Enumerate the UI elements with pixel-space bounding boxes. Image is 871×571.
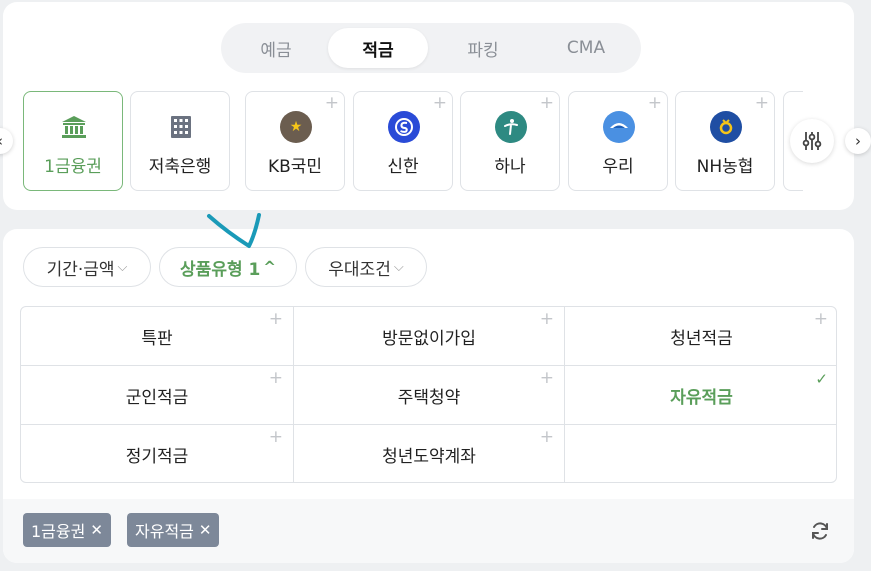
option-label: 청년도약계좌 (382, 447, 476, 467)
sliders-icon (802, 132, 822, 150)
add-icon[interactable]: + (540, 95, 554, 112)
scroll-right-button[interactable]: › (845, 128, 871, 154)
filter-label: 상품유형 1 (180, 259, 261, 280)
bank-label: 신한 (387, 157, 419, 177)
tab-parking[interactable]: 파킹 (433, 28, 533, 68)
chevron-right-icon: › (855, 132, 861, 150)
check-icon: ✓ (815, 370, 828, 388)
chevron-left-icon: ‹ (0, 132, 3, 150)
bank-savings-bank[interactable]: 저축은행 (130, 91, 230, 191)
filter-period-amount[interactable]: 기간·금액 ⌵ (23, 247, 151, 287)
filter-label: 우대조건 (328, 259, 391, 280)
close-icon[interactable]: ✕ (199, 521, 212, 539)
option-label: 특판 (141, 328, 173, 349)
add-icon: + (268, 309, 283, 329)
bank-label: 1금융권 (44, 157, 102, 177)
hana-logo-icon (495, 111, 527, 143)
option-label: 청년적금 (670, 328, 733, 349)
bank-nh[interactable]: + NH농협 (675, 91, 775, 191)
woori-logo-icon (603, 111, 635, 143)
option-label: 방문없이가입 (382, 328, 476, 349)
bank-label: 우리 (602, 157, 634, 177)
refresh-icon (812, 522, 828, 540)
filter-product-type[interactable]: 상품유형 1 ^ (159, 247, 297, 287)
add-icon: + (539, 368, 554, 388)
add-icon[interactable]: + (325, 95, 339, 112)
product-type-option-selected[interactable]: 자유적금 ✓ (565, 366, 836, 425)
close-icon[interactable]: ✕ (90, 521, 103, 539)
empty-cell (565, 425, 836, 482)
product-type-grid: 특판 + 방문없이가입 + 청년적금 + 군인적금 + 주택청약 + 자유적금 ✓ 정기적금… (20, 306, 837, 483)
tag-label: 자유적금 (135, 522, 194, 541)
product-type-option[interactable]: 정기적금 + (21, 425, 294, 482)
nh-logo-icon (710, 111, 742, 143)
chevron-down-icon: ⌵ (117, 259, 128, 275)
filter-benefit[interactable]: 우대조건 ⌵ (305, 247, 427, 287)
tag-label: 1금융권 (31, 522, 86, 541)
tab-savings[interactable]: 적금 (328, 28, 428, 68)
product-type-option[interactable]: 주택청약 + (294, 366, 565, 425)
add-icon: + (813, 309, 828, 329)
chevron-up-icon: ^ (263, 258, 276, 276)
bank-hana[interactable]: + 하나 (460, 91, 560, 191)
add-icon[interactable]: + (755, 95, 769, 112)
product-type-option[interactable]: 청년적금 + (565, 307, 836, 366)
bank-label: 저축은행 (148, 157, 212, 177)
filter-card: 기간·금액 ⌵ 상품유형 1 ^ 우대조건 ⌵ 특판 + 방문없이가입 + 청년적금 + 군… (3, 229, 854, 563)
add-icon: + (539, 309, 554, 329)
bank-label: 하나 (494, 157, 526, 177)
product-type-option[interactable]: 청년도약계좌 + (294, 425, 565, 482)
bank-tier1[interactable]: 1금융권 (23, 91, 123, 191)
add-icon: + (268, 368, 283, 388)
shinhan-logo-icon (388, 111, 420, 143)
bank-building-icon (58, 111, 90, 143)
tab-deposit[interactable]: 예금 (226, 28, 326, 68)
product-type-option[interactable]: 특판 + (21, 307, 294, 366)
tab-cma[interactable]: CMA (536, 28, 636, 68)
option-label: 자유적금 (670, 387, 733, 408)
add-icon: + (539, 427, 554, 447)
product-tabs: 예금 적금 파킹 CMA (221, 23, 641, 73)
add-icon[interactable]: + (648, 95, 662, 112)
product-type-option[interactable]: 방문없이가입 + (294, 307, 565, 366)
product-type-option[interactable]: 군인적금 + (21, 366, 294, 425)
option-label: 군인적금 (125, 387, 189, 408)
kb-logo-icon: ★ (280, 111, 312, 143)
add-icon[interactable]: + (433, 95, 447, 112)
selected-tag[interactable]: 자유적금 ✕ (127, 513, 220, 547)
filter-settings-button[interactable] (790, 119, 834, 163)
selected-tag[interactable]: 1금융권 ✕ (23, 513, 111, 547)
bank-kb[interactable]: + ★ KB국민 (245, 91, 345, 191)
chevron-down-icon: ⌵ (393, 259, 404, 275)
bank-label: NH농협 (696, 157, 754, 177)
add-icon: + (268, 427, 283, 447)
office-building-icon (165, 111, 197, 143)
bank-shinhan[interactable]: + 신한 (353, 91, 453, 191)
selected-tags-bar: 1금융권 ✕ 자유적금 ✕ (3, 499, 854, 563)
option-label: 주택청약 (397, 387, 461, 408)
bank-woori[interactable]: + 우리 (568, 91, 668, 191)
bank-label: KB국민 (267, 157, 323, 177)
option-label: 정기적금 (125, 447, 189, 467)
filter-label: 기간·금액 (46, 259, 115, 280)
reset-button[interactable] (808, 519, 832, 543)
